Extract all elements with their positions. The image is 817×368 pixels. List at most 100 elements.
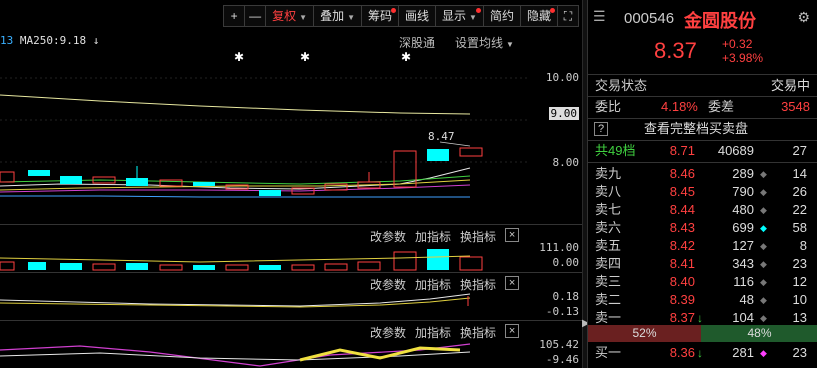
- sell-row[interactable]: 卖九 8.46 289 ◆ 14: [588, 165, 817, 183]
- diamond-icon: ◆: [760, 241, 767, 251]
- sub1-axis-bottom: 0.00: [552, 256, 580, 269]
- sell-row[interactable]: 卖五 8.42 127 ◆ 8: [588, 237, 817, 255]
- stock-name[interactable]: 金圆股份: [684, 7, 756, 33]
- current-price-tag: 9.00: [548, 107, 579, 120]
- high-price-label: 8.47: [428, 130, 455, 143]
- sell-price: 8.46: [669, 166, 695, 181]
- quote-panel: ☰ 000546 金圆股份 ⚙ 8.37 +0.32 +3.98% 交易状态 交…: [587, 0, 817, 368]
- divider: [588, 162, 817, 163]
- panel-divider: [0, 272, 582, 273]
- sell-orders: 8: [799, 238, 807, 253]
- sell-volume: 699: [732, 220, 754, 235]
- buy-row[interactable]: 买一 8.36 ↓ 281 ◆ 23: [588, 344, 817, 362]
- arrow-down-icon: ↓: [697, 346, 703, 360]
- close-icon[interactable]: ×: [505, 276, 520, 290]
- last-price: 8.37: [654, 38, 697, 63]
- sub3-axis-top: 105.42: [539, 338, 579, 351]
- status-label: 交易状态: [595, 78, 648, 93]
- close-icon[interactable]: ×: [505, 228, 520, 242]
- diamond-icon: ◆: [760, 295, 767, 305]
- change-params-button[interactable]: 改参数: [370, 324, 406, 341]
- sell-row[interactable]: 卖二 8.39 48 ◆ 10: [588, 291, 817, 309]
- sell-volume: 116: [733, 274, 754, 289]
- sell-level-label: 卖六: [595, 220, 622, 235]
- sell-level-label: 卖九: [595, 166, 622, 181]
- buy-volume: 281: [732, 345, 754, 360]
- sell-row[interactable]: 卖八 8.45 790 ◆ 26: [588, 183, 817, 201]
- sell-level-label: 卖二: [595, 292, 622, 307]
- sell-orders: 14: [792, 166, 807, 181]
- sell-row[interactable]: 卖三 8.40 116 ◆ 12: [588, 273, 817, 291]
- panel-divider: [0, 320, 582, 321]
- weibi-value: 4.18%: [661, 99, 698, 114]
- sell-orders: 26: [792, 184, 807, 199]
- kline-chart-area[interactable]: + — 复权 ▼ 叠加 ▼ 筹码 画线 显示 ▼ 简约 隐藏 ⛶ 13 MA250:9…: [0, 0, 582, 368]
- diamond-icon: ◆: [760, 277, 767, 287]
- sell-level-label: 卖三: [595, 274, 622, 289]
- change-params-button[interactable]: 改参数: [370, 228, 406, 245]
- switch-indicator-button[interactable]: 换指标: [460, 228, 496, 245]
- weibi-label: 委比: [595, 99, 622, 114]
- price-change: +0.32 +3.98%: [722, 37, 763, 65]
- change-params-button[interactable]: 改参数: [370, 276, 406, 293]
- divider: [588, 140, 817, 141]
- sub2-axis-top: 0.18: [552, 290, 580, 303]
- total-depth-label: 共49档: [595, 143, 636, 158]
- sell-price: 8.42: [669, 238, 695, 253]
- add-indicator-button[interactable]: 加指标: [415, 228, 451, 245]
- close-icon[interactable]: ×: [505, 324, 520, 338]
- weicha-value: 3548: [781, 99, 810, 114]
- sell-volume: 790: [732, 184, 754, 199]
- sell-ratio: 52%: [588, 325, 701, 342]
- buy-orders: 23: [792, 345, 807, 360]
- stock-header: ☰ 000546 金圆股份 ⚙ 8.37 +0.32 +3.98%: [588, 0, 817, 74]
- change-percent: +3.98%: [722, 51, 764, 65]
- sub3-axis-bottom: -9.46: [545, 353, 579, 366]
- sell-orders: 12: [792, 274, 807, 289]
- sell-price: 8.40: [669, 274, 695, 289]
- add-indicator-button[interactable]: 加指标: [415, 276, 451, 293]
- status-value: 交易中: [770, 78, 810, 93]
- full-book-link[interactable]: 查看完整档买卖盘: [644, 119, 748, 139]
- buy-sell-ratio-bar: 52% 48%: [588, 325, 817, 342]
- switch-indicator-button[interactable]: 换指标: [460, 276, 496, 293]
- diamond-icon: ◆: [760, 187, 767, 197]
- sell-volume: 289: [732, 166, 754, 181]
- weicha-label: 委差: [708, 99, 735, 114]
- total-depth-vol: 40689: [717, 143, 754, 158]
- sub-panel-1-toolbar: 改参数 加指标 换指标 ×: [370, 228, 528, 245]
- price-axis-10: 10.00: [545, 71, 579, 84]
- diamond-icon: ◆: [760, 348, 767, 358]
- sell-level-label: 卖七: [595, 202, 622, 217]
- settings-icon[interactable]: ⚙: [797, 9, 810, 26]
- sell-row[interactable]: 卖七 8.44 480 ◆ 22: [588, 201, 817, 219]
- sell-price: 8.39: [669, 292, 695, 307]
- menu-icon[interactable]: ☰: [593, 8, 606, 25]
- switch-indicator-button[interactable]: 换指标: [460, 324, 496, 341]
- diamond-icon: ◆: [760, 205, 767, 215]
- total-depth-price: 8.71: [669, 143, 695, 158]
- help-icon[interactable]: ?: [594, 122, 608, 136]
- sub1-axis-top: 111.00: [539, 241, 579, 254]
- panel-divider: [0, 224, 582, 225]
- diamond-icon: ◆: [760, 223, 767, 233]
- add-indicator-button[interactable]: 加指标: [415, 324, 451, 341]
- sell-row[interactable]: 卖六 8.43 699 ◆ 58: [588, 219, 817, 237]
- sell-price: 8.45: [669, 184, 695, 199]
- trade-status-row: 交易状态 交易中: [588, 76, 817, 96]
- sell-row[interactable]: 卖四 8.41 343 ◆ 23: [588, 255, 817, 273]
- sell-price: 8.41: [669, 256, 695, 271]
- sub-panel-2-toolbar: 改参数 加指标 换指标 ×: [370, 276, 528, 293]
- sell-price: 8.43: [669, 220, 695, 235]
- sell-level-label: 卖八: [595, 184, 622, 199]
- full-book-row[interactable]: ? 查看完整档买卖盘: [588, 119, 817, 139]
- sell-volume: 127: [732, 238, 754, 253]
- diamond-icon: ◆: [760, 169, 767, 179]
- sell-orders: 23: [792, 256, 807, 271]
- buy-ratio: 48%: [701, 325, 817, 342]
- sub2-axis-bottom: -0.13: [545, 305, 579, 318]
- diamond-icon: ◆: [760, 259, 767, 269]
- sub-panel-3-toolbar: 改参数 加指标 换指标 ×: [370, 324, 528, 341]
- sell-volume: 48: [739, 292, 754, 307]
- stock-code: 000546: [624, 10, 675, 27]
